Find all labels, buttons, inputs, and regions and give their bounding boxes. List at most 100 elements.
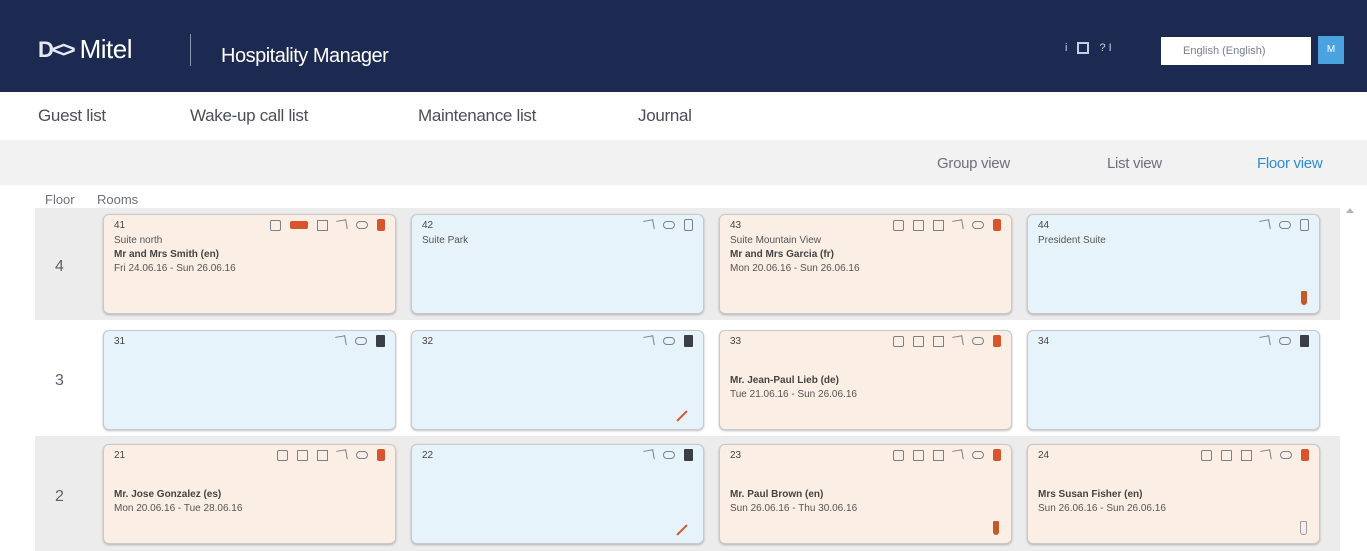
room-card-34[interactable]: 34 (1027, 330, 1320, 430)
room-card-42[interactable]: 42 Suite Park (411, 214, 704, 314)
room-description: Suite Mountain View (730, 235, 821, 246)
brand-logo[interactable]: D<> Mitel (38, 34, 133, 65)
floor-row-4: 4 41 Suite north Mr and Mrs Smith (en) F… (35, 208, 1340, 320)
room-card-32[interactable]: 32 (411, 330, 704, 430)
lock-red-icon[interactable] (993, 219, 1001, 231)
mail-icon[interactable] (317, 449, 328, 461)
maintenance-icon[interactable] (675, 409, 689, 422)
do-not-disturb-icon[interactable] (356, 221, 368, 229)
do-not-disturb-icon[interactable] (1279, 337, 1291, 345)
scroll-up-icon[interactable] (1346, 208, 1354, 213)
room-status-icons (643, 219, 693, 231)
lock-red-icon[interactable] (377, 449, 385, 461)
room-number: 21 (114, 450, 126, 461)
room-card-41[interactable]: 41 Suite north Mr and Mrs Smith (en) Fri… (103, 214, 396, 314)
group-view-link[interactable]: Group view (937, 155, 1010, 172)
do-not-disturb-icon[interactable] (972, 451, 984, 459)
language-select[interactable]: English (English) (1161, 37, 1311, 65)
maintenance-icon[interactable] (675, 523, 689, 536)
room-status-icons (1201, 449, 1309, 461)
luggage-icon[interactable] (893, 449, 904, 461)
message-icon[interactable] (1221, 449, 1232, 461)
phone-icon[interactable] (1259, 219, 1271, 231)
phone-icon[interactable] (1260, 449, 1272, 461)
phone-icon[interactable] (643, 449, 655, 461)
guest-name: Mr. Paul Brown (en) (730, 489, 824, 500)
room-card-31[interactable]: 31 (103, 330, 396, 430)
phone-icon[interactable] (952, 335, 964, 347)
do-not-disturb-icon[interactable] (1280, 451, 1292, 459)
do-not-disturb-icon[interactable] (1279, 221, 1291, 229)
do-not-disturb-icon[interactable] (663, 337, 675, 345)
phone-icon[interactable] (643, 219, 655, 231)
room-card-22[interactable]: 22 (411, 444, 704, 544)
message-icon[interactable] (297, 449, 308, 461)
lock-icon[interactable] (1300, 219, 1309, 231)
phone-icon[interactable] (336, 449, 348, 461)
luggage-icon[interactable] (893, 335, 904, 347)
phone-icon[interactable] (952, 219, 964, 231)
room-card-23[interactable]: 23 Mr. Paul Brown (en) Sun 26.06.16 - Th… (719, 444, 1012, 544)
message-icon[interactable] (913, 335, 924, 347)
lock-red-icon[interactable] (377, 219, 385, 231)
nav-maintenance-list[interactable]: Maintenance list (418, 106, 536, 126)
lock-red-icon[interactable] (993, 335, 1001, 347)
message-icon[interactable] (913, 449, 924, 461)
message-icon[interactable] (913, 219, 924, 231)
lock-icon[interactable] (684, 335, 693, 347)
do-not-disturb-icon[interactable] (663, 221, 675, 229)
mail-icon[interactable] (933, 449, 944, 461)
lock-red-icon[interactable] (993, 449, 1001, 461)
info-icon[interactable]: i (1065, 42, 1067, 54)
luggage-icon[interactable] (1201, 449, 1212, 461)
room-number: 43 (730, 220, 742, 231)
mail-icon[interactable] (933, 335, 944, 347)
luggage-icon[interactable] (270, 219, 281, 231)
room-card-24[interactable]: 24 Mrs Susan Fisher (en) Sun 26.06.16 - … (1027, 444, 1320, 544)
mail-icon[interactable] (1241, 449, 1252, 461)
lock-icon[interactable] (376, 335, 385, 347)
nav-wake-up-call-list[interactable]: Wake-up call list (190, 106, 308, 126)
window-icon[interactable] (1077, 42, 1090, 54)
room-status-icons (335, 335, 385, 347)
cleaned-icon[interactable] (1300, 521, 1307, 535)
room-card-21[interactable]: 21 Mr. Jose Gonzalez (es) Mon 20.06.16 -… (103, 444, 396, 544)
room-card-43[interactable]: 43 Suite Mountain View Mr and Mrs Garcia… (719, 214, 1012, 314)
cleaning-required-icon[interactable] (1301, 291, 1307, 305)
phone-icon[interactable] (335, 335, 347, 347)
lock-red-icon[interactable] (1301, 449, 1309, 461)
list-view-link[interactable]: List view (1107, 155, 1162, 172)
phone-icon[interactable] (952, 449, 964, 461)
nav-guest-list[interactable]: Guest list (38, 106, 106, 126)
mail-icon[interactable] (317, 219, 328, 231)
room-card-33[interactable]: 33 Mr. Jean-Paul Lieb (de) Tue 21.06.16 … (719, 330, 1012, 430)
lock-icon[interactable] (1300, 335, 1309, 347)
do-not-disturb-icon[interactable] (356, 451, 368, 459)
do-not-disturb-icon[interactable] (663, 451, 675, 459)
phone-icon[interactable] (336, 219, 348, 231)
vertical-scrollbar[interactable] (1344, 208, 1356, 551)
floor-view-link[interactable]: Floor view (1257, 155, 1323, 172)
nav-journal[interactable]: Journal (638, 106, 692, 126)
phone-icon[interactable] (643, 335, 655, 347)
room-card-44[interactable]: 44 President Suite (1027, 214, 1320, 314)
luggage-icon[interactable] (893, 219, 904, 231)
do-not-disturb-icon[interactable] (972, 221, 984, 229)
lock-icon[interactable] (684, 219, 693, 231)
stay-dates: Tue 21.06.16 - Sun 26.06.16 (730, 389, 857, 400)
cleaning-required-icon[interactable] (993, 521, 999, 535)
luggage-icon[interactable] (277, 449, 288, 461)
do-not-disturb-icon[interactable] (972, 337, 984, 345)
mail-icon[interactable] (933, 219, 944, 231)
help-icon[interactable]: ? I (1099, 42, 1111, 54)
phone-icon[interactable] (1259, 335, 1271, 347)
guest-name: Mr. Jean-Paul Lieb (de) (730, 375, 839, 386)
do-not-disturb-icon[interactable] (355, 337, 367, 345)
message-waiting-icon[interactable] (290, 221, 308, 229)
user-menu-button[interactable]: M (1318, 36, 1344, 64)
brand-name: Mitel (79, 34, 133, 64)
room-number: 23 (730, 450, 742, 461)
room-status-icons (893, 335, 1001, 347)
lock-icon[interactable] (684, 449, 693, 461)
floor-number: 3 (55, 372, 64, 389)
